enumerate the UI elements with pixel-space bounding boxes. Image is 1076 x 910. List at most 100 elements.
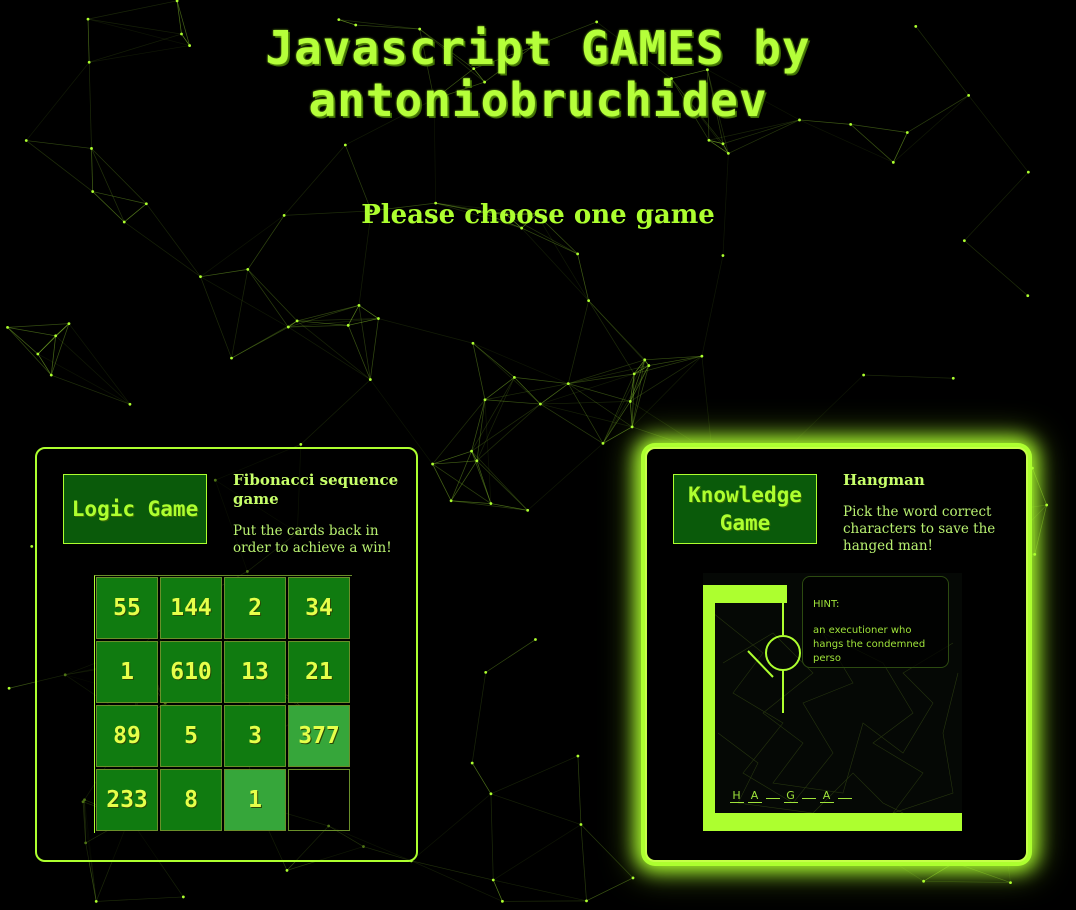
network-edge: [850, 124, 894, 163]
hint-label: HINT:: [813, 599, 840, 610]
network-edge: [7, 327, 39, 355]
number-card[interactable]: 5: [160, 705, 222, 767]
network-node: [368, 378, 372, 381]
network-node: [483, 398, 487, 402]
word-letter-slot: A: [748, 789, 762, 803]
network-edge: [37, 335, 56, 355]
network-edge: [471, 451, 492, 504]
network-edge: [484, 377, 515, 401]
network-edge: [964, 240, 1029, 296]
network-edge: [893, 132, 908, 163]
network-edge: [521, 227, 578, 255]
network-node: [721, 254, 725, 257]
number-card[interactable]: 89: [96, 705, 158, 767]
word-letter-slot: A: [820, 789, 834, 803]
number-card[interactable]: 34: [288, 577, 350, 639]
network-edge: [432, 460, 477, 465]
network-edge: [540, 403, 604, 444]
network-node: [128, 402, 132, 406]
network-edge: [923, 880, 1011, 883]
network-edge: [568, 383, 633, 428]
network-edge: [568, 383, 631, 402]
network-edge: [297, 320, 349, 326]
number-card[interactable]: 21: [288, 641, 350, 703]
number-card[interactable]: 3: [224, 705, 286, 767]
network-node: [54, 334, 58, 338]
network-edge: [787, 374, 864, 449]
network-edge: [490, 755, 579, 795]
empty-slot[interactable]: [288, 769, 350, 831]
word-letter-slot: H: [730, 789, 744, 803]
network-edge: [300, 379, 371, 445]
network-edge: [568, 373, 635, 384]
network-edge: [580, 824, 587, 901]
network-edge: [568, 365, 649, 384]
network-node: [628, 400, 632, 403]
number-card[interactable]: 233: [96, 769, 158, 831]
network-edge: [124, 221, 201, 277]
network-node: [631, 876, 635, 880]
network-node: [585, 899, 588, 903]
knowledge-game-card[interactable]: Knowledge Game Hangman Pick the word cor…: [645, 447, 1028, 862]
network-edge: [411, 860, 503, 902]
network-edge: [701, 255, 724, 357]
network-edge: [540, 401, 631, 405]
network-edge: [471, 672, 487, 764]
logic-game-card[interactable]: Logic Game Fibonacci sequence game Put t…: [35, 447, 418, 862]
number-card[interactable]: 8: [160, 769, 222, 831]
network-node: [377, 317, 380, 320]
network-node: [526, 508, 530, 512]
logic-game-description: Put the cards back in order to achieve a…: [233, 523, 392, 556]
network-edge: [493, 824, 582, 881]
number-card[interactable]: 144: [160, 577, 222, 639]
knowledge-game-badge[interactable]: Knowledge Game: [673, 474, 817, 544]
network-node: [86, 17, 90, 21]
network-edge: [567, 383, 604, 444]
network-edge: [297, 305, 360, 322]
network-edge: [247, 269, 289, 328]
network-node: [299, 442, 303, 446]
number-card[interactable]: 55: [96, 577, 158, 639]
network-node: [475, 459, 479, 463]
knowledge-game-title: Hangman: [843, 471, 925, 489]
hint-text: an executioner who hangs the condemned p…: [813, 625, 926, 664]
number-card[interactable]: 377: [288, 705, 350, 767]
network-edge: [471, 450, 528, 511]
network-edge: [200, 276, 289, 328]
network-node: [566, 382, 570, 386]
logic-game-badge[interactable]: Logic Game: [63, 474, 207, 544]
number-card[interactable]: 610: [160, 641, 222, 703]
network-edge: [1032, 468, 1036, 555]
hangman-head: [765, 635, 801, 671]
gallows-base: [703, 813, 962, 831]
network-edge: [1032, 468, 1047, 506]
network-node: [181, 895, 185, 899]
network-node: [49, 373, 53, 377]
network-node: [576, 252, 580, 256]
network-edge: [432, 450, 472, 465]
network-node: [501, 899, 504, 903]
network-node: [470, 761, 474, 765]
network-node: [576, 754, 580, 758]
number-card[interactable]: 1: [96, 641, 158, 703]
network-edge: [450, 460, 478, 501]
number-card[interactable]: 2: [224, 577, 286, 639]
network-edge: [288, 326, 371, 380]
network-node: [922, 879, 926, 883]
network-edge: [200, 276, 232, 359]
number-card[interactable]: 13: [224, 641, 286, 703]
network-node: [94, 900, 98, 903]
network-edge: [602, 401, 631, 444]
network-node: [471, 341, 475, 345]
page-title: Javascript GAMES by antoniobruchidev: [0, 22, 1076, 126]
network-edge: [588, 300, 635, 375]
knowledge-game-badge-line-2: Game: [719, 511, 771, 535]
gallows-post: [703, 585, 715, 831]
number-card[interactable]: 1: [224, 769, 286, 831]
network-edge: [200, 269, 248, 278]
network-edge: [701, 356, 713, 454]
network-node: [484, 670, 488, 674]
network-node: [230, 356, 233, 360]
network-edge: [68, 323, 131, 405]
hangman-word: HAGA: [730, 785, 856, 803]
